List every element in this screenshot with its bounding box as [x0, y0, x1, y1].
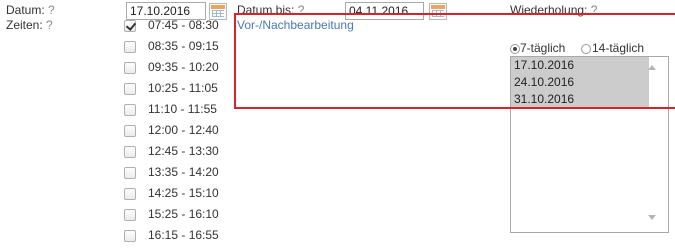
time-slot-label: 07:45 - 08:30 — [148, 18, 219, 32]
time-slot-label: 12:45 - 13:30 — [148, 144, 219, 158]
time-slot-checkbox[interactable] — [124, 104, 136, 116]
time-slot-label: 08:35 - 09:15 — [148, 39, 219, 53]
time-slot-label: 10:25 - 11:05 — [148, 81, 218, 95]
time-slot-checkbox[interactable] — [124, 146, 136, 158]
time-slot-checkbox[interactable] — [124, 167, 136, 179]
time-slot-label: 15:25 - 16:10 — [148, 207, 219, 221]
time-slot-label: 14:25 - 15:10 — [148, 186, 219, 200]
time-slot-label: 09:35 - 10:20 — [148, 60, 219, 74]
time-slot-checkbox[interactable] — [124, 83, 136, 95]
zeiten-help-icon[interactable]: ? — [46, 18, 53, 32]
highlight-box — [234, 13, 675, 109]
zeiten-label-text: Zeiten: — [6, 18, 43, 32]
time-slot-checkbox[interactable] — [124, 20, 136, 32]
zeiten-label: Zeiten: ? — [6, 18, 53, 32]
time-slot-checkbox[interactable] — [124, 188, 136, 200]
time-slot-label: 13:35 - 14:20 — [148, 165, 219, 179]
time-slot-checkbox[interactable] — [124, 125, 136, 137]
time-slot-label: 16:15 - 16:55 — [148, 228, 219, 242]
time-slot-checkbox[interactable] — [124, 209, 136, 221]
time-slot-label: 12:00 - 12:40 — [148, 123, 219, 137]
datum-label-text: Datum: — [6, 3, 45, 17]
datum-help-icon[interactable]: ? — [48, 3, 55, 17]
time-slot-label: 11:10 - 11:55 — [148, 102, 217, 116]
datum-label: Datum: ? — [6, 3, 55, 17]
scroll-down-arrow-icon[interactable] — [648, 215, 656, 220]
time-slot-checkbox[interactable] — [124, 230, 136, 242]
time-slot-checkbox[interactable] — [124, 62, 136, 74]
time-slot-checkbox[interactable] — [124, 41, 136, 53]
